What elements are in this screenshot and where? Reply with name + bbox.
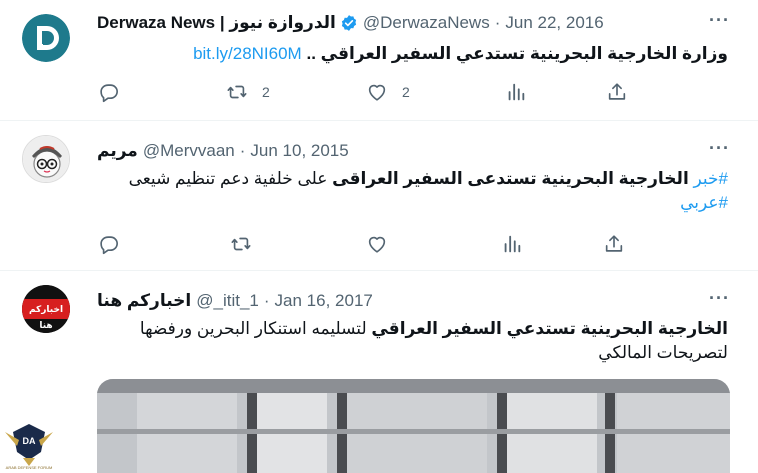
verified-icon <box>340 14 358 32</box>
watermark-initials: DA <box>22 436 36 446</box>
tweet-text-bold: وزارة الخارجية البحرينية تستدعي السفير ا… <box>306 44 728 63</box>
tweet-text-rest: لتسليمه استنكار البحرين ورفضها <box>139 319 367 338</box>
retweet-button[interactable] <box>230 233 252 255</box>
share-icon <box>605 235 623 252</box>
views-icon <box>508 83 525 101</box>
reply-button[interactable] <box>97 233 119 255</box>
hashtag-news[interactable]: #خبر <box>694 169 728 188</box>
handle[interactable]: @DerwazaNews <box>363 13 490 33</box>
display-name[interactable]: مريم <box>97 141 138 161</box>
separator: · <box>239 141 246 160</box>
tweet-actions <box>97 233 632 257</box>
separator: · <box>494 13 501 32</box>
watermark-caption: ARAB DEFENSE FORUM <box>5 465 53 470</box>
retweet-count: 2 <box>262 84 270 100</box>
avatar-mervvaan[interactable] <box>22 135 70 183</box>
tweet-media-image[interactable] <box>97 379 730 473</box>
more-icon[interactable]: ··· <box>709 10 730 31</box>
handle[interactable]: @_itit_1 <box>196 291 259 311</box>
display-name[interactable]: اخباركم هنا <box>97 291 191 311</box>
like-icon <box>368 84 386 101</box>
tweet-header: مريم @Mervvaan · Jun 10, 2015 <box>97 141 349 161</box>
like-icon <box>368 236 386 253</box>
views-icon <box>504 235 521 253</box>
tweet-date[interactable]: Jun 22, 2016 <box>505 13 603 33</box>
avatar-text: اخباركم هنا <box>28 304 64 330</box>
hashtag-arabic[interactable]: #عربي <box>680 193 728 212</box>
tweet-itit[interactable]: اخباركم هنا اخباركم هنا @_itit_1 · Jan 1… <box>0 271 758 473</box>
tweet-text-bold: الخارجية البحرينية تستدعي السفير العراقي <box>371 319 728 338</box>
tweet-date[interactable]: Jun 10, 2015 <box>250 141 348 161</box>
reply-button[interactable] <box>97 81 119 103</box>
share-button[interactable] <box>606 81 628 103</box>
share-button[interactable] <box>603 233 625 255</box>
tweet-text-line2: لتصريحات المالكي <box>598 343 728 362</box>
tweet-text: #خبر الخارجية البحرينية تستدعى السفير ال… <box>128 167 728 215</box>
views-button[interactable] <box>505 81 527 103</box>
like-button[interactable] <box>366 233 388 255</box>
tweet-header: اخباركم هنا @_itit_1 · Jan 16, 2017 <box>97 291 373 311</box>
avatar-derwaza[interactable] <box>22 14 70 62</box>
avatar-itit[interactable]: اخباركم هنا <box>22 285 70 333</box>
tweet-date[interactable]: Jan 16, 2017 <box>275 291 373 311</box>
more-icon[interactable]: ··· <box>709 138 730 159</box>
tweet-text: الخارجية البحرينية تستدعي السفير العراقي… <box>128 317 728 365</box>
share-icon <box>608 83 626 100</box>
tweet-link[interactable]: bit.ly/28NI60M <box>193 44 302 63</box>
like-button[interactable]: 2 <box>366 81 410 103</box>
tweet-text-bold: الخارجية البحرينية تستدعى السفير العراقى <box>332 169 689 188</box>
retweet-button[interactable]: 2 <box>226 81 270 103</box>
like-count: 2 <box>402 84 410 100</box>
tweet-derwaza[interactable]: Derwaza News | الدروازة نيوز @DerwazaNew… <box>0 0 758 121</box>
tweet-mervvaan[interactable]: مريم @Mervvaan · Jun 10, 2015 ··· #خبر ا… <box>0 121 758 271</box>
more-icon[interactable]: ··· <box>709 288 730 309</box>
display-name[interactable]: Derwaza News | الدروازة نيوز <box>97 13 336 33</box>
reply-icon <box>100 84 118 103</box>
views-button[interactable] <box>501 233 523 255</box>
tweet-text: وزارة الخارجية البحرينية تستدعي السفير ا… <box>193 42 728 66</box>
handle[interactable]: @Mervvaan <box>143 141 235 161</box>
forum-watermark-logo: DA ARAB DEFENSE FORUM <box>3 418 55 473</box>
reply-icon <box>100 236 118 255</box>
retweet-icon <box>227 85 247 99</box>
tweet-actions: 2 2 <box>97 81 632 105</box>
tweet-text-rest: على خلفية دعم تنظيم شيعى <box>128 169 328 188</box>
retweet-icon <box>231 237 251 251</box>
separator: · <box>263 291 270 310</box>
tweet-header: Derwaza News | الدروازة نيوز @DerwazaNew… <box>97 13 604 33</box>
